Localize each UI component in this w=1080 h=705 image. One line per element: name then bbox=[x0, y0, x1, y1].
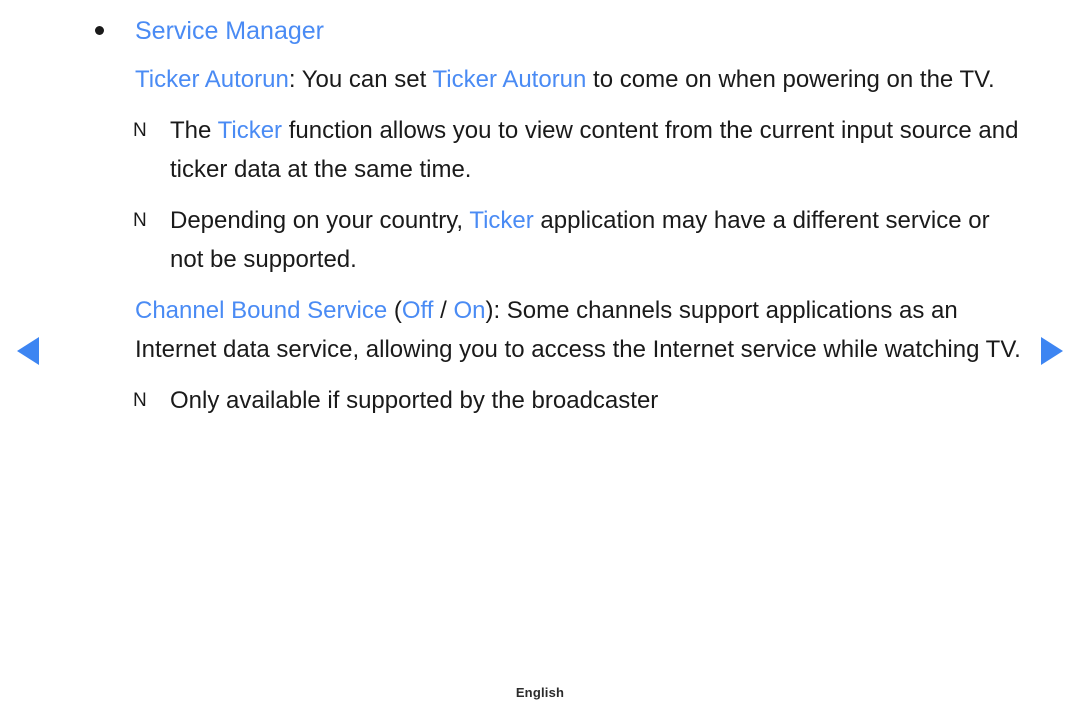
highlighted-term: Channel Bound Service bbox=[135, 297, 388, 324]
paragraph-text: The bbox=[170, 117, 218, 144]
note-marker-icon: N bbox=[133, 210, 147, 231]
body-paragraph: Channel Bound Service (Off / On): Some c… bbox=[0, 291, 1080, 369]
paragraph-text: Depending on your country, bbox=[170, 207, 470, 234]
footer-language-label: English bbox=[515, 685, 565, 700]
highlighted-term: Ticker Autorun bbox=[432, 66, 587, 93]
paragraph-text: to come on when powering on the TV. bbox=[586, 66, 995, 93]
note-marker-icon: N bbox=[133, 390, 147, 411]
highlighted-term: Ticker Autorun bbox=[135, 66, 289, 93]
paragraph-text: function allows you to view content from… bbox=[170, 117, 1019, 183]
paragraph-text: : You can set bbox=[288, 66, 433, 93]
highlighted-term: Ticker bbox=[217, 117, 283, 144]
paragraph-list: Ticker Autorun: You can set Ticker Autor… bbox=[0, 60, 1080, 420]
page-title: Service Manager bbox=[135, 17, 324, 45]
highlighted-term: On bbox=[453, 297, 486, 324]
emanual-page: Service Manager Ticker Autorun: You can … bbox=[0, 0, 1080, 705]
paragraph-text: Only available if supported by the broad… bbox=[170, 387, 659, 414]
body-paragraph: Ticker Autorun: You can set Ticker Autor… bbox=[0, 60, 1080, 99]
note-paragraph: N Depending on your country, Ticker appli… bbox=[0, 201, 1080, 279]
highlighted-term: Off bbox=[401, 297, 434, 324]
page-content: Service Manager Ticker Autorun: You can … bbox=[0, 0, 1080, 432]
note-paragraph: N The Ticker function allows you to view … bbox=[0, 111, 1080, 189]
bullet-heading: Service Manager bbox=[0, 12, 1080, 50]
note-paragraph: N Only available if supported by the broa… bbox=[0, 381, 1080, 420]
note-marker-icon: N bbox=[133, 120, 147, 141]
bullet-dot-icon bbox=[95, 26, 104, 35]
highlighted-term: Ticker bbox=[469, 207, 534, 234]
paragraph-text: ( bbox=[387, 297, 402, 324]
paragraph-text: / bbox=[433, 297, 454, 324]
